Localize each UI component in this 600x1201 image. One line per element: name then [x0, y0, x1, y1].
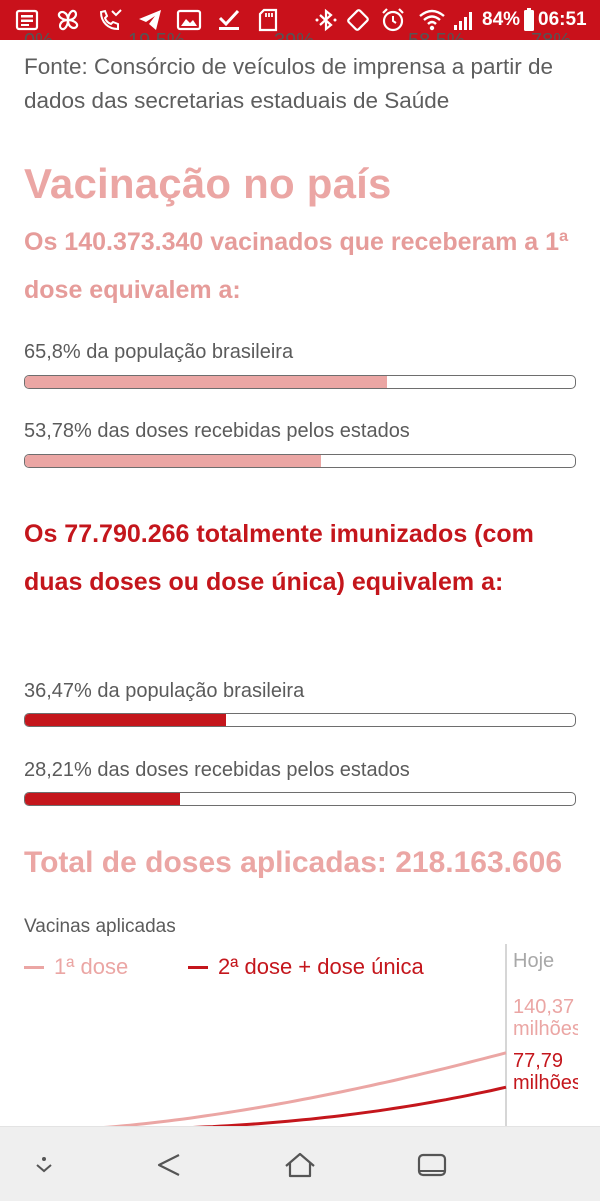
home-icon[interactable]: [280, 1147, 320, 1183]
series-line-first-dose: [54, 1051, 507, 1130]
bar-label-first-population: 65,8% da população brasileira: [24, 341, 294, 363]
bluetooth-icon: [314, 8, 338, 32]
bar-label-full-population: 36,47% da população brasileira: [24, 680, 305, 702]
progress-fill: [25, 455, 321, 467]
alarm-icon: [380, 8, 406, 32]
rotate-icon: [344, 8, 372, 32]
news-icon: [14, 8, 40, 32]
download-check-icon: [216, 8, 242, 32]
section-title: Vacinação no país: [24, 160, 392, 207]
chart-title: Vacinas aplicadas: [24, 916, 176, 937]
vaccination-line-chart: [54, 944, 507, 1130]
today-label: Hoje: [513, 950, 555, 972]
progress-fill: [25, 376, 387, 388]
pinwheel-icon: [54, 8, 82, 32]
progress-bar-first-doses: [24, 454, 576, 468]
gallery-icon: [176, 8, 202, 32]
bar-label-first-doses: 53,78% das doses recebidas pelos estados: [24, 420, 410, 442]
series-line-second-dose: [55, 1085, 507, 1130]
sd-card-icon: [256, 8, 280, 32]
progress-fill: [25, 793, 181, 805]
full-immunized-heading: Os 77.790.266 totalmente imunizados (com…: [24, 520, 534, 596]
battery-icon: [523, 8, 535, 32]
collapse-icon[interactable]: [24, 1147, 64, 1183]
progress-bar-full-doses: [24, 792, 576, 806]
total-doses-heading: Total de doses aplicadas: 218.163.606: [24, 846, 563, 879]
bar-label-full-doses: 28,21% das doses recebidas pelos estados: [24, 759, 410, 781]
navigation-bar: [0, 1126, 600, 1201]
first-dose-heading: Os 140.373.340 vacinados que receberam a…: [24, 228, 569, 304]
telegram-icon: [136, 8, 164, 32]
recent-apps-icon[interactable]: [412, 1147, 452, 1183]
progress-bar-first-population: [24, 375, 576, 389]
back-icon[interactable]: [148, 1147, 188, 1183]
progress-bar-full-population: [24, 713, 576, 727]
wifi-icon: [418, 8, 446, 32]
signal-icon: [452, 8, 476, 32]
missed-call-icon: [96, 8, 124, 32]
source-note: Fonte: Consórcio de veículos de imprensa…: [24, 54, 554, 113]
progress-fill: [25, 714, 226, 726]
clock-time: 06:51: [538, 9, 587, 30]
battery-percent: 84%: [482, 9, 521, 30]
